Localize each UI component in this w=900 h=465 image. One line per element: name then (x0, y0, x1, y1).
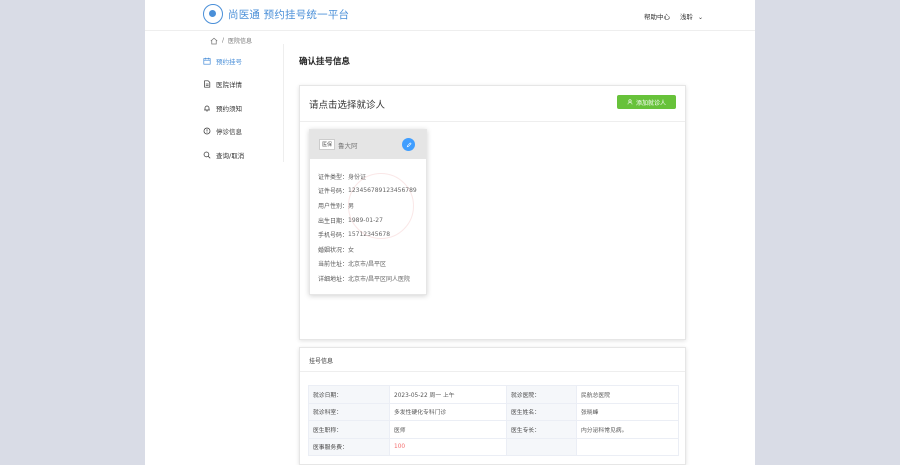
patient-card[interactable]: 医保 鲁大阿 证件类型： 身份证 证件号码： 123456789123456789 … (309, 129, 427, 295)
field-label: 证件类型： (318, 173, 349, 181)
field-label: 出生日期： (318, 217, 349, 225)
add-patient-label: 添加就诊人 (635, 99, 666, 107)
patient-field: 婚姻状况：女 (318, 242, 426, 257)
user-menu[interactable]: 浅聆 ⌄ (675, 11, 703, 21)
select-patient-card: 请点击选择就诊人 添加就诊人 医保 鲁大阿 证件类型： 身份证 证件号码： 1234… (299, 85, 686, 340)
table-row: 就诊科室： 多发性硬化专科门诊 医生姓名： 张晓峰 (308, 402, 679, 421)
table-cell-value: 2023-05-22 周一 上午 (389, 385, 507, 404)
patient-field: 详细地址： 北京市/昌平区同人医院 (318, 271, 426, 286)
sidebar-item-label: 医院详情 (216, 81, 242, 90)
document-icon (204, 80, 211, 88)
register-info-title: 挂号信息 (309, 358, 334, 365)
sidebar-item-suspension[interactable]: 停诊信息 (203, 120, 283, 144)
sidebar-divider (283, 44, 284, 162)
field-value: 北京市/昌平区 (348, 261, 387, 269)
field-label: 证件号码： (318, 188, 349, 196)
patient-card-body: 证件类型： 身份证 证件号码： 123456789123456789 用户性别：男 … (310, 159, 426, 286)
field-value: 北京市/昌平区同人医院 (348, 275, 411, 283)
top-header: 尚医通 预约挂号统一平台 帮助中心 浅聆 ⌄ (145, 0, 755, 31)
table-row: 医生职称： 医师 医生专长： 内分泌科常见病。 (308, 420, 679, 439)
table-cell-value: 多发性硬化专科门诊 (389, 402, 507, 421)
logo-text: 尚医通 预约挂号统一平台 (228, 8, 350, 21)
sidebar-item-query-cancel[interactable]: 查询/取消 (203, 143, 283, 167)
page-title: 确认挂号信息 (299, 57, 351, 67)
insurance-tag: 医保 (319, 139, 336, 150)
table-cell-value (576, 437, 679, 456)
select-patient-title: 请点击选择就诊人 (309, 100, 386, 111)
field-label: 用户性别： (318, 202, 349, 210)
table-row: 就诊日期： 2023-05-22 周一 上午 就诊医院： 民航总医院 (308, 385, 679, 404)
table-cell-label (506, 437, 577, 456)
register-info-header: 挂号信息 (300, 348, 685, 372)
sidebar-item-label: 停诊信息 (216, 128, 242, 137)
table-cell-label: 医生专长： (506, 420, 577, 439)
breadcrumb-current: 医院信息 (228, 38, 253, 45)
sidebar-item-hospital-detail[interactable]: 医院详情 (203, 73, 283, 97)
field-value: 女 (348, 246, 355, 254)
table-cell-value: 内分泌科常见病。 (576, 420, 679, 439)
sidebar-item-label: 预约须知 (216, 104, 242, 113)
page: 尚医通 预约挂号统一平台 帮助中心 浅聆 ⌄ / 医院信息 预约挂号 医院详情 预… (145, 0, 755, 465)
patient-card-header: 医保 鲁大阿 (310, 130, 426, 159)
chevron-down-icon: ⌄ (697, 14, 703, 21)
table-cell-label: 就诊日期： (308, 385, 390, 404)
table-cell-label: 就诊医院： (506, 385, 577, 404)
breadcrumb: / 医院信息 (210, 36, 252, 45)
table-cell-label: 医生姓名： (506, 402, 577, 421)
patient-field: 当前住址： 北京市/昌平区 (318, 257, 426, 272)
sidebar-item-label: 预约挂号 (216, 57, 242, 66)
table-cell-label: 医生职称： (308, 420, 390, 439)
sidebar-item-label: 查询/取消 (216, 151, 245, 160)
logo[interactable]: 尚医通 预约挂号统一平台 (203, 4, 349, 24)
logo-icon (203, 4, 223, 24)
table-cell-value: 张晓峰 (576, 402, 679, 421)
register-info-card: 挂号信息 就诊日期： 2023-05-22 周一 上午 就诊医院： 民航总医院 … (299, 347, 686, 465)
header-right: 帮助中心 浅聆 ⌄ (639, 11, 703, 21)
user-name: 浅聆 (679, 13, 693, 21)
field-label: 当前住址： (318, 261, 349, 269)
field-label: 详细地址： (318, 275, 349, 283)
register-info-table: 就诊日期： 2023-05-22 周一 上午 就诊医院： 民航总医院 就诊科室：… (308, 385, 679, 456)
watermark-stamp (348, 173, 414, 239)
home-icon[interactable] (210, 37, 218, 45)
sidebar-item-appointment[interactable]: 预约挂号 (203, 49, 283, 73)
field-label: 手机号码： (318, 232, 349, 240)
table-cell-value: 医师 (389, 420, 507, 439)
field-label: 婚姻状况： (318, 246, 349, 254)
calendar-icon (203, 57, 211, 65)
sidebar-item-notice[interactable]: 预约须知 (203, 96, 283, 120)
bell-icon (204, 105, 210, 112)
help-center-link[interactable]: 帮助中心 (644, 11, 670, 21)
service-fee-value: 100 (389, 437, 507, 456)
table-row: 医事服务费： 100 (308, 437, 679, 456)
table-cell-value: 民航总医院 (576, 385, 679, 404)
edit-patient-button[interactable] (402, 138, 415, 151)
info-icon (203, 127, 211, 135)
breadcrumb-separator: / (222, 37, 225, 44)
edit-icon (406, 141, 412, 147)
select-patient-header: 请点击选择就诊人 添加就诊人 (300, 86, 685, 122)
table-cell-label: 就诊科室： (308, 402, 390, 421)
search-icon (203, 151, 211, 159)
user-add-icon (627, 99, 633, 105)
sidebar: 预约挂号 医院详情 预约须知 停诊信息 查询/取消 (203, 49, 283, 167)
add-patient-button[interactable]: 添加就诊人 (617, 95, 676, 109)
table-cell-label: 医事服务费： (308, 437, 390, 456)
patient-name: 鲁大阿 (338, 141, 358, 150)
